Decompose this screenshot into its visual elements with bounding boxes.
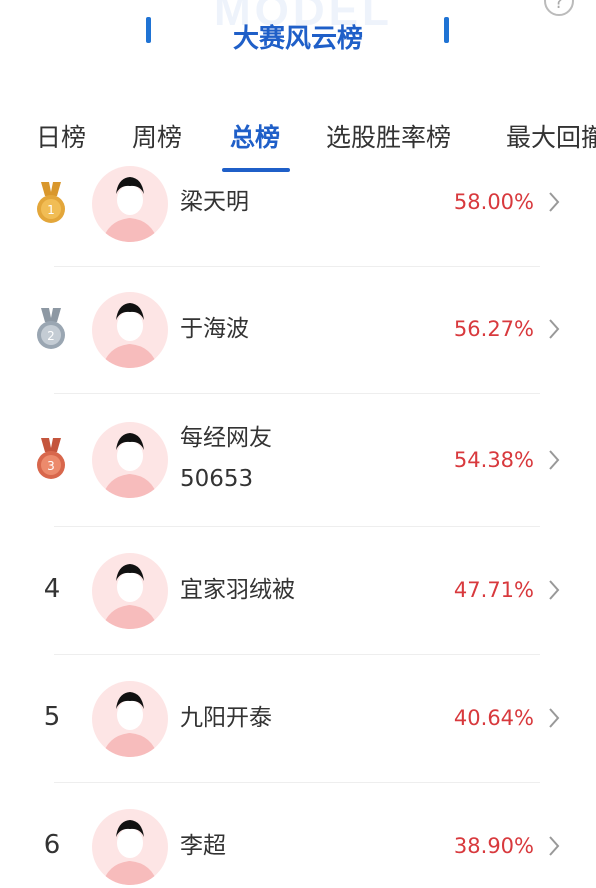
silver-medal-icon: 2 — [37, 308, 65, 349]
rank-number: 6 — [43, 830, 61, 860]
avatar — [92, 166, 168, 242]
avatar — [92, 422, 168, 498]
tab-max-drawdown[interactable]: 最大回撤 — [506, 118, 596, 154]
question-icon[interactable]: ? — [544, 0, 574, 16]
percent-value: 54.38% — [453, 448, 534, 472]
list-item[interactable]: 2 于海波 56.27% — [0, 267, 596, 393]
list-item[interactable]: 5 九阳开泰 40.64% — [0, 655, 596, 782]
page-title: 大赛风云榜 — [232, 24, 363, 54]
header: MODEL 大赛风云榜 ? — [0, 0, 596, 100]
chevron-right-icon — [549, 450, 560, 470]
user-name: 于海波 — [180, 316, 249, 342]
tab-daily[interactable]: 日榜 — [36, 118, 86, 154]
chevron-right-icon — [549, 580, 560, 600]
bronze-medal-icon: 3 — [37, 438, 65, 479]
list-item[interactable]: 6 李超 38.90% — [0, 783, 596, 888]
percent-value: 47.71% — [453, 578, 534, 602]
user-name: 梁天明 — [180, 189, 249, 215]
svg-text:2: 2 — [47, 329, 55, 343]
list-item[interactable]: 4 宜家羽绒被 47.71% — [0, 527, 596, 654]
chevron-right-icon — [549, 319, 560, 339]
user-name: 九阳开泰 — [180, 705, 272, 731]
chevron-right-icon — [549, 708, 560, 728]
tab-weekly[interactable]: 周榜 — [132, 118, 182, 154]
percent-value: 58.00% — [453, 190, 534, 214]
percent-value: 56.27% — [453, 317, 534, 341]
avatar — [92, 292, 168, 368]
avatar — [92, 553, 168, 629]
user-name-line2: 50653 — [180, 466, 254, 492]
percent-value: 38.90% — [453, 834, 534, 858]
avatar — [92, 809, 168, 885]
tab-win-rate[interactable]: 选股胜率榜 — [326, 118, 451, 154]
gold-medal-icon: 1 — [37, 182, 65, 223]
list-item[interactable]: 3 每经网友 50653 54.38% — [0, 394, 596, 526]
rank-number: 4 — [43, 574, 61, 604]
user-name: 每经网友 — [180, 425, 272, 451]
svg-text:3: 3 — [47, 459, 55, 473]
svg-text:1: 1 — [47, 203, 55, 217]
avatar — [92, 681, 168, 757]
chevron-right-icon — [549, 836, 560, 856]
active-tab-indicator — [222, 168, 290, 172]
tab-bar: 日榜 周榜 总榜 选股胜率榜 最大回撤 — [0, 100, 596, 174]
tab-overall[interactable]: 总榜 — [230, 118, 280, 154]
chevron-right-icon — [549, 192, 560, 212]
rank-number: 5 — [43, 702, 61, 732]
list-item[interactable]: 1 梁天明 58.00% — [0, 166, 596, 266]
percent-value: 40.64% — [453, 706, 534, 730]
user-name: 李超 — [180, 833, 226, 859]
user-name: 宜家羽绒被 — [180, 577, 295, 603]
